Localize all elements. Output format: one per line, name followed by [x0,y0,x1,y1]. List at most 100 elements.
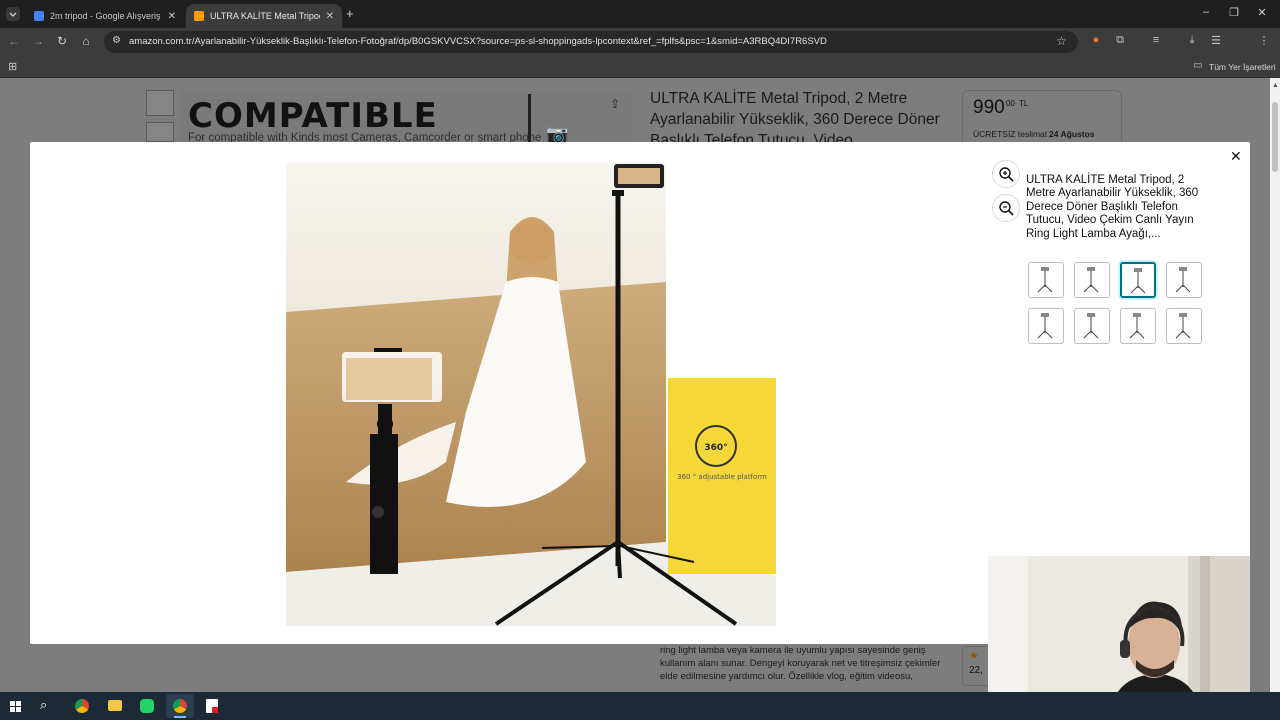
reading-list-icon[interactable]: ☰ [1208,34,1224,47]
thumbnail-tripod-icon [1083,267,1099,293]
gallery-thumbnail[interactable] [1074,308,1110,344]
close-window-button[interactable]: ✕ [1254,6,1270,19]
page-thumbnail[interactable] [146,122,174,142]
zoom-in-button[interactable] [992,160,1020,188]
forward-button[interactable]: → [30,34,46,48]
plus-icon: + [346,6,354,21]
reload-button[interactable]: ↻ [54,34,70,48]
gallery-thumbnail[interactable] [1166,308,1202,344]
extensions-puzzle-icon[interactable]: ⧉ [1112,34,1128,47]
amazon-favicon-icon [194,11,204,21]
extension-icon[interactable]: ● [1088,34,1104,46]
gallery-thumbnail[interactable] [1074,262,1110,298]
arrow-right-icon: → [32,34,44,48]
gallery-thumbnail[interactable] [1028,308,1064,344]
page-scrollbar[interactable]: ▲ [1270,78,1280,692]
banner-heading: COMPATIBLE [188,96,438,136]
minimize-button[interactable]: – [1198,6,1214,18]
tab-search-button[interactable] [6,7,20,21]
scroll-up-icon[interactable]: ▲ [1272,82,1279,89]
close-tab-icon[interactable]: ✕ [168,11,176,22]
thumbnail-tripod-icon [1129,313,1145,339]
gallery-thumbnail[interactable] [1166,262,1202,298]
zoom-out-icon [999,201,1014,216]
gallery-thumbnail[interactable] [1120,262,1156,298]
app-badge [212,707,218,713]
rating-count: 22, [969,665,983,676]
gallery-thumbnail[interactable] [1120,308,1156,344]
close-icon: ✕ [1230,148,1242,164]
file-explorer-icon[interactable] [108,700,122,711]
windows-taskbar: ⌕ [0,692,1280,720]
modal-product-title: ULTRA KALİTE Metal Tripod, 2 Metre Ayarl… [1026,174,1199,240]
thumbnail-grid [1028,262,1208,346]
site-info-icon[interactable]: ⚙ [112,35,121,46]
tab-title: 2m tripod - Google Alışveriş [50,11,161,21]
new-tab-button[interactable]: + [346,6,354,21]
tripod-product-image: 360° 360 ° adjustable platform [286,162,776,626]
chrome-icon[interactable] [75,699,89,713]
chevron-down-icon [9,12,17,17]
tab-amazon-product[interactable]: ULTRA KALİTE Metal Tripod, 2 M ✕ [186,4,342,28]
thumbnail-tripod-icon [1175,267,1191,293]
bookmark-star-icon[interactable]: ☆ [1056,34,1067,48]
thumbnail-tripod-icon [1130,268,1146,294]
tab-strip: 2m tripod - Google Alışveriş ✕ ULTRA KAL… [0,0,1280,28]
description-line: ring light lamba veya kamera ile uyumlu … [660,645,926,656]
home-button[interactable]: ⌂ [78,34,94,48]
rotation-badge-text: 360° [704,443,727,453]
download-icon[interactable]: ⤓ [1184,34,1200,47]
close-tab-icon[interactable]: ✕ [326,11,334,22]
app-icon[interactable] [206,699,218,713]
back-button[interactable]: ← [6,34,22,48]
folder-icon: ▭ [1193,60,1203,71]
search-icon[interactable]: ⌕ [40,697,47,713]
arrow-left-icon: ← [8,34,20,48]
product-description: ring light lamba veya kamera ile uyumlu … [660,644,960,683]
scrollbar-thumb[interactable] [1272,102,1278,172]
thumbnail-tripod-icon [1175,313,1191,339]
address-bar[interactable]: ⚙ amazon.com.tr/Ayarlanabilir-Yükseklik-… [104,31,1078,53]
gallery-main-image[interactable]: 360° 360 ° adjustable platform [286,162,776,626]
browser-toolbar: ← → ↻ ⌂ ⚙ amazon.com.tr/Ayarlanabilir-Yü… [0,28,1280,77]
description-line: kullanım alanı sunar. Dengeyi koruyarak … [660,658,941,669]
shipping-date: 24 Ağustos [1049,129,1095,139]
divider [528,94,531,146]
share-icon[interactable]: ⇪ [610,97,620,111]
google-favicon-icon [34,11,44,21]
tab-title: ULTRA KALİTE Metal Tripod, 2 M [210,11,320,21]
platform-caption: 360 ° adjustable platform [677,473,767,481]
windows-logo-icon [10,701,21,712]
close-modal-button[interactable]: ✕ [1230,148,1242,165]
bookmarks-bar: ⊞ ▭ Tüm Yer İşaretleri [0,56,1280,78]
chrome-active-taskbar-item[interactable] [166,694,194,718]
description-line: elde edilmesine yardımcı olur. Özellikle… [660,671,913,682]
thumbnail-tripod-icon [1083,313,1099,339]
whatsapp-icon[interactable] [140,699,154,713]
tab-google-shopping[interactable]: 2m tripod - Google Alışveriş ✕ [26,4,184,28]
more-menu-icon[interactable]: ⋮ [1256,34,1272,47]
thumbnail-tripod-icon [1037,313,1053,339]
url-text: amazon.com.tr/Ayarlanabilir-Yükseklik-Ba… [129,36,827,47]
apps-grid-icon[interactable]: ⊞ [8,60,17,73]
reload-icon: ↻ [56,34,68,48]
all-bookmarks-button[interactable]: Tüm Yer İşaretleri [1209,62,1276,72]
chrome-active-icon [173,699,187,713]
shipping-label: ÜCRETSİZ teslimat [973,129,1048,139]
price-fraction: 00 [1006,99,1015,108]
zoom-in-icon [999,167,1014,182]
buy-box: 990 00 TL ÜCRETSİZ teslimat 24 Ağustos [962,90,1122,148]
zoom-out-button[interactable] [992,194,1020,222]
price-currency: TL [1019,99,1029,108]
home-icon: ⌂ [82,34,90,48]
active-indicator [174,716,186,718]
page-thumbnail[interactable] [146,90,174,116]
tab-group-icon[interactable]: ≡ [1148,34,1164,46]
maximize-button[interactable]: ❐ [1226,6,1242,19]
star-icon: ★ [969,650,979,662]
windows-start-icon[interactable] [10,700,22,712]
price-main: 990 [973,97,1005,118]
product-main-image: COMPATIBLE For compatible with Kinds mos… [180,92,632,148]
thumbnail-tripod-icon [1037,267,1053,293]
gallery-thumbnail[interactable] [1028,262,1064,298]
